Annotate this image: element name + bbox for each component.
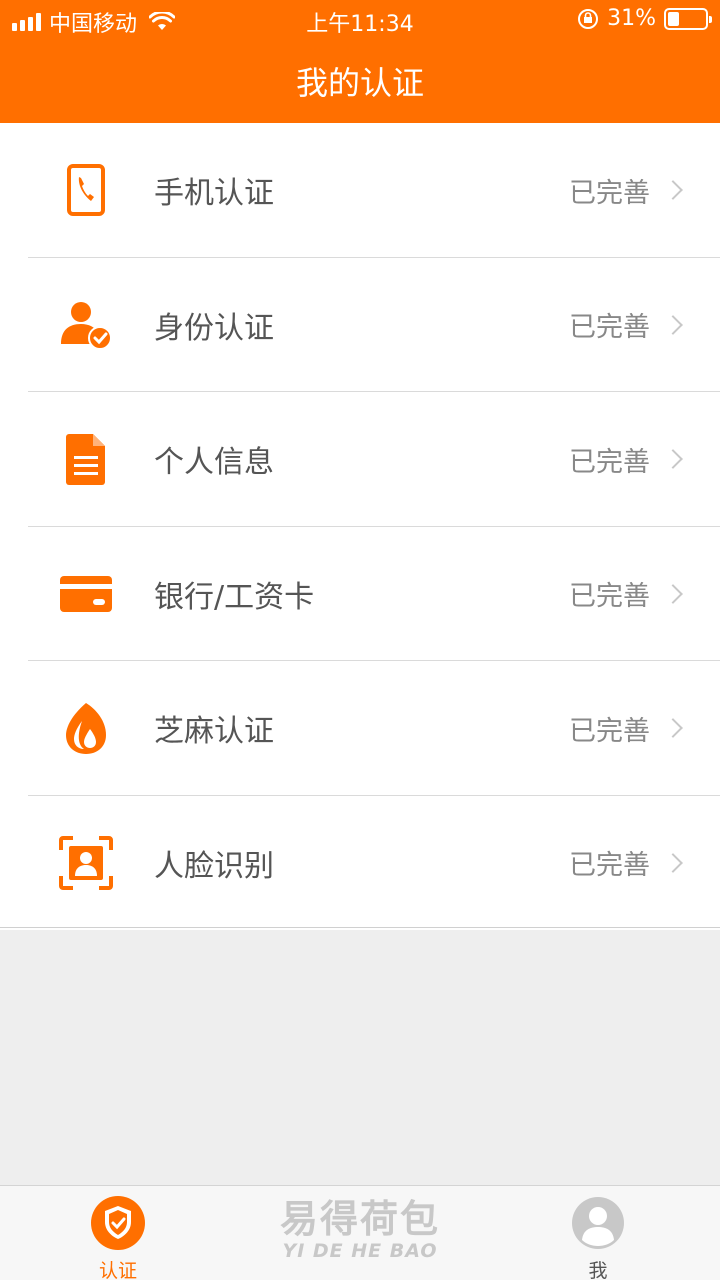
chevron-right-icon	[663, 718, 683, 739]
page-title: 我的认证	[295, 64, 424, 102]
item-label: 银行/工资卡	[154, 579, 315, 615]
item-label: 手机认证	[154, 176, 274, 212]
brand-logo: 易得荷包 YI DE HE BAO	[270, 1198, 450, 1268]
item-status: 已完善	[569, 850, 650, 882]
list-item-bank-card[interactable]: 银行/工资卡 已完善	[0, 527, 720, 662]
chevron-right-icon	[663, 314, 683, 335]
item-label: 个人信息	[154, 445, 274, 481]
tab-verify[interactable]: 认证	[58, 1186, 178, 1280]
item-status: 已完善	[569, 446, 650, 478]
battery-icon	[664, 7, 712, 30]
user-check-icon	[56, 295, 116, 355]
list-item-sesame[interactable]: 芝麻认证 已完善	[0, 661, 720, 796]
chevron-right-icon	[663, 449, 683, 470]
logo-text-en: YI DE HE BAO	[282, 1240, 438, 1262]
carrier-name: 中国移动	[49, 12, 138, 37]
item-status: 已完善	[569, 581, 650, 613]
list-item-face[interactable]: 人脸识别 已完善	[0, 796, 720, 931]
card-icon	[56, 564, 116, 624]
item-label: 芝麻认证	[154, 714, 274, 750]
chevron-right-icon	[663, 852, 683, 873]
item-status: 已完善	[569, 177, 650, 209]
profile-icon	[571, 1196, 625, 1250]
chevron-right-icon	[663, 583, 683, 604]
tab-me[interactable]: 我	[538, 1186, 658, 1280]
item-label: 身份认证	[154, 310, 274, 346]
face-scan-icon	[56, 833, 116, 893]
list-item-identity[interactable]: 身份认证 已完善	[0, 258, 720, 393]
status-left: 中国移动	[12, 6, 176, 38]
item-status: 已完善	[569, 715, 650, 747]
status-bar: 中国移动 上午11:34 31%	[0, 0, 720, 40]
verification-list: 手机认证 已完善 身份认证 已完善 个人信息 已完善 银行/工资卡 已完善 芝麻…	[0, 123, 720, 930]
shield-check-icon	[91, 1196, 145, 1250]
sesame-icon	[56, 698, 116, 758]
rotation-lock-icon	[578, 8, 599, 29]
item-status: 已完善	[569, 312, 650, 344]
signal-icon	[12, 13, 41, 31]
list-item-phone[interactable]: 手机认证 已完善	[0, 123, 720, 258]
chevron-right-icon	[663, 180, 683, 201]
status-right: 31%	[577, 6, 712, 31]
list-item-personal-info[interactable]: 个人信息 已完善	[0, 392, 720, 527]
divider	[0, 927, 720, 928]
tab-label: 我	[588, 1260, 608, 1280]
battery-percent: 31%	[607, 6, 656, 31]
phone-icon	[56, 160, 116, 220]
header: 中国移动 上午11:34 31% 我的认证	[0, 0, 720, 123]
tab-label: 认证	[98, 1260, 137, 1280]
document-icon	[56, 429, 116, 489]
wifi-icon	[149, 12, 176, 30]
item-label: 人脸识别	[154, 848, 274, 884]
logo-text-cn: 易得荷包	[279, 1197, 440, 1241]
